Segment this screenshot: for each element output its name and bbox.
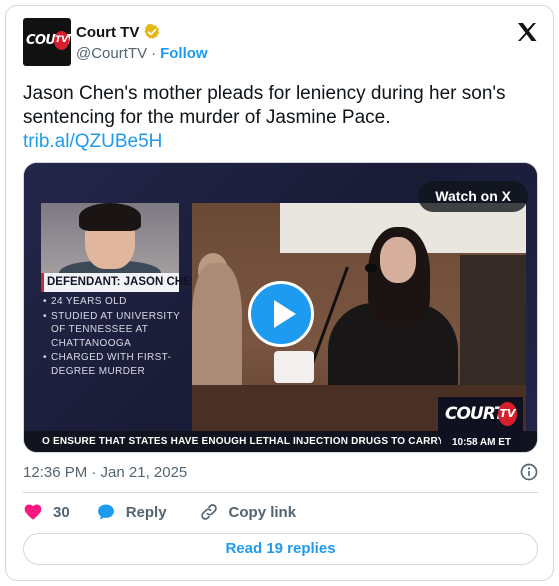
video-media[interactable]: DEFENDANT: JASON CHEN 24 YEARS OLD STUDI… xyxy=(23,162,538,453)
defendant-label-text: DEFENDANT: JASON CHEN xyxy=(47,276,200,288)
defendant-label: DEFENDANT: JASON CHEN xyxy=(41,273,199,292)
name-row: Court TV xyxy=(76,23,161,41)
fact-item: 24 YEARS OLD xyxy=(43,295,193,309)
handle[interactable]: @CourtTV xyxy=(76,45,147,62)
court-tv-logo: COURT TV xyxy=(438,397,523,431)
timestamp[interactable]: 12:36 PM · Jan 21, 2025 xyxy=(23,464,187,481)
like-count: 30 xyxy=(53,503,70,521)
play-button[interactable] xyxy=(248,281,314,347)
logo-text: COURT xyxy=(445,404,506,424)
info-icon[interactable] xyxy=(519,462,539,482)
tweet-text: Jason Chen's mother pleads for leniency … xyxy=(23,82,538,154)
display-name[interactable]: Court TV xyxy=(76,24,139,41)
read-replies-button[interactable]: Read 19 replies xyxy=(23,533,538,565)
play-icon xyxy=(274,300,296,328)
fact-item: CHARGED WITH FIRST-DEGREE MURDER xyxy=(43,351,193,378)
verified-badge-icon xyxy=(144,23,160,39)
tweet-card: COURT TV Court TV @CourtTV · Follow Jaso… xyxy=(5,5,554,581)
reply-label: Reply xyxy=(125,503,167,521)
reply-bubble-icon xyxy=(97,504,114,520)
logo-tv: TV xyxy=(498,402,517,426)
heart-icon xyxy=(24,504,42,520)
tweet-body: Jason Chen's mother pleads for leniency … xyxy=(23,83,506,128)
defendant-mugshot xyxy=(41,203,179,273)
fact-item: STUDIED AT UNIVERSITY OF TENNESSEE AT CH… xyxy=(43,310,193,351)
x-logo-icon[interactable] xyxy=(515,20,539,44)
follow-button[interactable]: Follow xyxy=(160,45,208,62)
divider xyxy=(23,492,538,493)
ticker-time: 10:58 AM ET xyxy=(441,431,522,452)
separator-dot: · xyxy=(151,45,157,62)
fact-list: 24 YEARS OLD STUDIED AT UNIVERSITY OF TE… xyxy=(43,295,193,379)
avatar-logo-tv: TV xyxy=(54,31,69,50)
like-button[interactable]: 30 xyxy=(23,502,70,522)
tweet-link[interactable]: trib.al/QZUBe5H xyxy=(23,130,538,154)
action-bar: 30 Reply Copy link xyxy=(23,502,328,522)
copy-link-button[interactable]: Copy link xyxy=(199,502,297,522)
avatar[interactable]: COURT TV xyxy=(23,18,71,66)
copy-link-label: Copy link xyxy=(228,503,297,521)
reply-button[interactable]: Reply xyxy=(96,502,167,522)
link-icon xyxy=(200,504,217,520)
news-ticker: O ENSURE THAT STATES HAVE ENOUGH LETHAL … xyxy=(24,431,537,452)
watch-on-x-button[interactable]: Watch on X xyxy=(418,181,528,212)
handle-row: @CourtTV · Follow xyxy=(76,45,208,62)
